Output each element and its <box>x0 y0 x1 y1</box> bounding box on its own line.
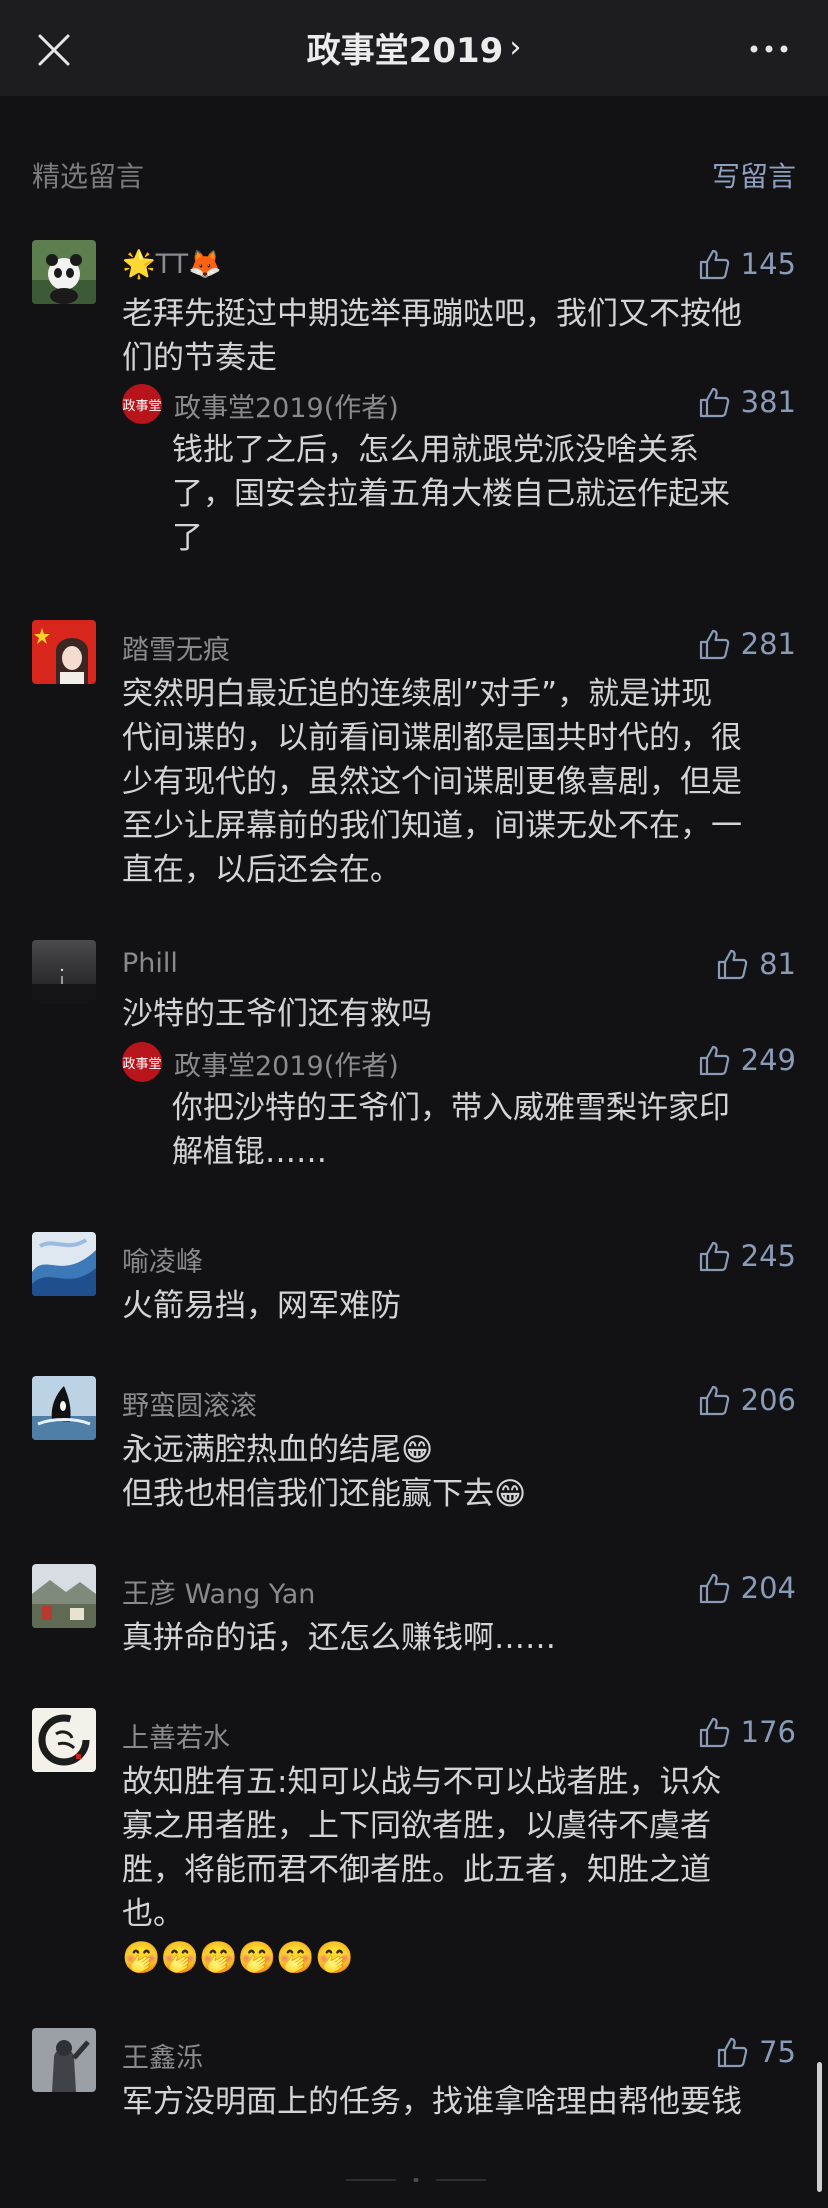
thumbs-up-icon <box>699 1717 729 1748</box>
thumbs-up-icon <box>699 629 729 660</box>
like-button[interactable]: 81 <box>715 944 796 984</box>
comment-text: 真拼命的话，还怎么赚钱啊…… <box>122 1620 556 1656</box>
comment-text: 军方没明面上的任务，找谁拿啥理由帮他要钱 <box>122 2084 742 2120</box>
thumbs-up-icon <box>699 387 729 418</box>
scrollbar[interactable] <box>817 2062 822 2192</box>
reply-author-name: 政事堂2019(作者) <box>174 393 399 424</box>
like-count: 145 <box>740 247 796 281</box>
like-button[interactable]: 176 <box>697 1712 796 1752</box>
commenter-name: 野蛮圆滚滚 <box>122 1391 257 1422</box>
comment-text: 突然明白最近追的连续剧”对手”，就是讲现 代间谍的，以前看间谍剧都是国共时代的，… <box>122 676 742 888</box>
thumbs-up-icon <box>699 1241 729 1272</box>
commenter-name: 🌟TT🦊 <box>122 249 222 280</box>
like-button[interactable]: 245 <box>697 1236 796 1276</box>
ink-calligraphy-avatar-icon[interactable] <box>32 1708 96 1772</box>
like-count: 206 <box>740 1383 796 1417</box>
author-avatar-icon: 政事堂 <box>122 384 162 424</box>
loading-indicator <box>346 2178 486 2182</box>
reply-like-count: 381 <box>740 385 796 419</box>
reply-author-name: 政事堂2019(作者) <box>174 1051 399 1082</box>
top-navigation-bar: 政事堂2019 › <box>0 0 828 96</box>
thumbs-up-icon <box>717 949 748 980</box>
comment-text: 沙特的王爷们还有救吗 <box>122 996 432 1032</box>
reply-like-button[interactable]: 381 <box>697 382 796 422</box>
commenter-name: Phill <box>122 948 178 979</box>
like-count: 204 <box>740 1571 796 1605</box>
comment-text: 老拜先挺过中期选举再蹦哒吧，我们又不按他 们的节奏走 <box>122 296 742 376</box>
blue-wave-avatar-icon[interactable] <box>32 1232 96 1296</box>
thumbs-up-icon <box>699 1385 729 1416</box>
reply-like-button[interactable]: 249 <box>697 1040 796 1080</box>
like-button[interactable]: 281 <box>697 624 796 664</box>
reply-text: 钱批了之后，怎么用就跟党派没啥关系 了，国安会拉着五角大楼自己就运作起来 了 <box>172 432 730 556</box>
panda-avatar-icon[interactable] <box>32 240 96 304</box>
thumbs-up-icon <box>717 2037 748 2068</box>
like-count: 75 <box>759 2035 796 2069</box>
author-avatar-icon: 政事堂 <box>122 1042 162 1082</box>
landscape-avatar-icon[interactable] <box>32 1564 96 1628</box>
like-count: 81 <box>759 947 796 981</box>
like-button[interactable]: 206 <box>697 1380 796 1420</box>
chevron-right-icon: › <box>509 29 522 65</box>
commenter-name: 王彦 Wang Yan <box>122 1579 316 1610</box>
commenter-name: 上善若水 <box>122 1723 230 1754</box>
thumbs-up-icon <box>699 1573 729 1604</box>
commenter-name: 踏雪无痕 <box>122 635 230 666</box>
commenter-name: 王鑫泺 <box>122 2043 203 2074</box>
more-dots-icon <box>750 45 788 53</box>
like-count: 245 <box>740 1239 796 1273</box>
comment-text: 火箭易挡，网军难防 <box>122 1288 401 1324</box>
like-count: 281 <box>740 627 796 661</box>
thumbs-up-icon <box>699 249 729 280</box>
commenter-name: 喻凌峰 <box>122 1247 203 1278</box>
statue-avatar-icon[interactable] <box>32 2028 96 2092</box>
page-title: 政事堂2019 <box>306 30 504 71</box>
like-count: 176 <box>740 1715 796 1749</box>
night-sky-avatar-icon[interactable] <box>32 940 96 1004</box>
section-title: 精选留言 <box>32 160 145 193</box>
comment-text: 故知胜有五:知可以战与不可以战者胜，识众 寡之用者胜，上下同欲者胜，以虞待不虞者… <box>122 1764 722 1976</box>
orca-avatar-icon[interactable] <box>32 1376 96 1440</box>
comment-text: 永远满腔热血的结尾😁 但我也相信我们还能赢下去😁 <box>122 1432 527 1512</box>
flag-portrait-avatar-icon[interactable] <box>32 620 96 684</box>
reply-text: 你把沙特的王爷们，带入威雅雪梨许家印 解植锟…… <box>172 1090 730 1170</box>
like-button[interactable]: 204 <box>697 1568 796 1608</box>
thumbs-up-icon <box>699 1045 729 1076</box>
more-button[interactable] <box>744 34 794 64</box>
like-button[interactable]: 75 <box>715 2032 796 2072</box>
like-button[interactable]: 145 <box>697 244 796 284</box>
write-comment-button[interactable]: 写留言 <box>712 155 796 195</box>
account-title-link[interactable]: 政事堂2019 › <box>0 22 828 72</box>
featured-comments-header: 精选留言 写留言 <box>32 150 796 200</box>
reply-like-count: 249 <box>740 1043 796 1077</box>
